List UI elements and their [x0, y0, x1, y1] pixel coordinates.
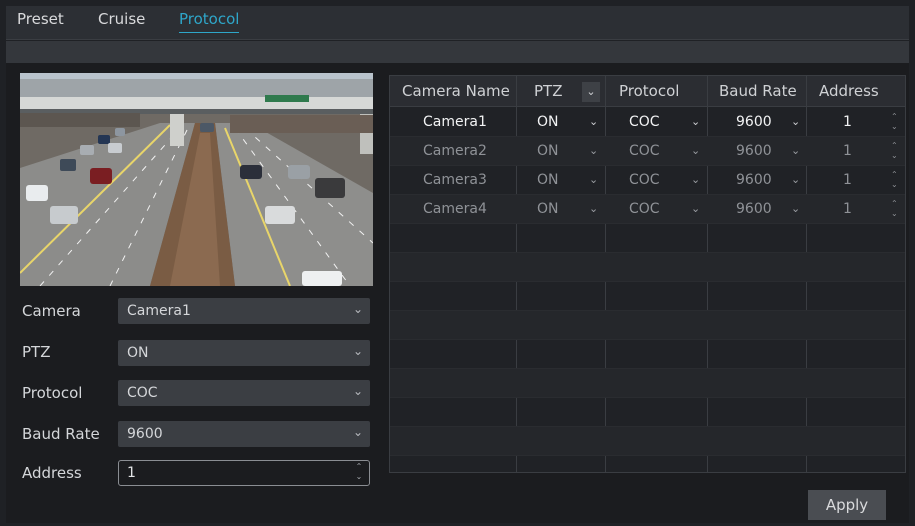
baud-rate-cell[interactable]: 9600	[736, 201, 772, 217]
header-ptz: PTZ	[534, 82, 563, 100]
protocol-cell[interactable]: COC	[629, 114, 660, 130]
tab-preset[interactable]: Preset	[17, 10, 64, 32]
ptz-filter-chevron-icon[interactable]: ⌄	[582, 82, 600, 102]
chevron-down-icon[interactable]: ⌄	[589, 115, 598, 128]
empty-row	[390, 282, 905, 311]
protocol-cell[interactable]: COC	[629, 143, 660, 159]
protocol-select[interactable]: COC ⌄	[118, 380, 370, 406]
chevron-down-icon: ⌄	[352, 344, 363, 358]
chevron-down-icon[interactable]: ⌄	[691, 173, 700, 186]
ptz-label: PTZ	[22, 343, 51, 361]
tab-cruise[interactable]: Cruise	[98, 10, 145, 32]
table-header: Camera Name PTZ ⌄ Protocol Baud Rate Add…	[390, 76, 905, 107]
camera-name-cell: Camera1	[423, 114, 487, 130]
address-cell[interactable]: 1	[843, 143, 852, 159]
ptz-cell[interactable]: ON	[537, 143, 559, 159]
camera-select-value: Camera1	[127, 303, 191, 319]
camera-label: Camera	[22, 302, 81, 320]
chevron-down-icon[interactable]: ⌄	[691, 202, 700, 215]
empty-row	[390, 398, 905, 427]
empty-row	[390, 427, 905, 456]
chevron-down-icon[interactable]: ⌄	[589, 144, 598, 157]
address-stepper[interactable]: 1 ⌃ ⌄	[118, 460, 370, 486]
chevron-down-icon[interactable]: ⌄	[791, 202, 800, 215]
address-cell[interactable]: 1	[843, 114, 852, 130]
address-value: 1	[127, 465, 136, 481]
camera-select[interactable]: Camera1 ⌄	[118, 298, 370, 324]
protocol-label: Protocol	[22, 384, 83, 402]
table-row[interactable]: Camera1 ON ⌄ COC ⌄ 9600 ⌄ 1 ⌃ ⌄	[390, 108, 905, 137]
up-down-arrows-icon[interactable]: ⌃ ⌄	[891, 141, 898, 161]
table-row[interactable]: Camera3 ON ⌄ COC ⌄ 9600 ⌄ 1 ⌃ ⌄	[390, 166, 905, 195]
header-camera-name: Camera Name	[402, 82, 510, 100]
protocol-select-value: COC	[127, 385, 158, 401]
ptz-cell[interactable]: ON	[537, 201, 559, 217]
baud-rate-select-value: 9600	[127, 426, 163, 442]
up-down-arrows-icon[interactable]: ⌃ ⌄	[891, 170, 898, 190]
up-down-arrows-icon[interactable]: ⌃ ⌄	[354, 462, 364, 482]
empty-row	[390, 340, 905, 369]
chevron-down-icon[interactable]: ⌄	[791, 115, 800, 128]
camera-preview	[20, 73, 373, 286]
header-baud-rate: Baud Rate	[719, 82, 797, 100]
chevron-down-icon[interactable]: ⌄	[791, 144, 800, 157]
table-row[interactable]: Camera2 ON ⌄ COC ⌄ 9600 ⌄ 1 ⌃ ⌄	[390, 137, 905, 166]
baud-rate-label: Baud Rate	[22, 425, 100, 443]
chevron-down-icon: ⌄	[352, 302, 363, 316]
protocol-cell[interactable]: COC	[629, 172, 660, 188]
ptz-cell[interactable]: ON	[537, 172, 559, 188]
chevron-down-icon[interactable]: ⌄	[589, 202, 598, 215]
sub-header-bar	[6, 41, 909, 63]
chevron-down-icon[interactable]: ⌄	[589, 173, 598, 186]
tab-bar: Preset Cruise Protocol	[6, 6, 909, 40]
apply-button[interactable]: Apply	[808, 490, 886, 520]
camera-name-cell: Camera3	[423, 172, 487, 188]
protocol-cell[interactable]: COC	[629, 201, 660, 217]
table-row[interactable]: Camera4 ON ⌄ COC ⌄ 9600 ⌄ 1 ⌃ ⌄	[390, 195, 905, 224]
baud-rate-select[interactable]: 9600 ⌄	[118, 421, 370, 447]
up-down-arrows-icon[interactable]: ⌃ ⌄	[891, 199, 898, 219]
chevron-down-icon[interactable]: ⌄	[691, 115, 700, 128]
empty-row	[390, 253, 905, 282]
address-label: Address	[22, 464, 82, 482]
camera-name-cell: Camera2	[423, 143, 487, 159]
ptz-select[interactable]: ON ⌄	[118, 340, 370, 366]
ptz-select-value: ON	[127, 345, 149, 361]
tab-protocol[interactable]: Protocol	[179, 10, 240, 33]
baud-rate-cell[interactable]: 9600	[736, 172, 772, 188]
empty-row	[390, 224, 905, 253]
baud-rate-cell[interactable]: 9600	[736, 143, 772, 159]
baud-rate-cell[interactable]: 9600	[736, 114, 772, 130]
header-protocol: Protocol	[619, 82, 680, 100]
chevron-down-icon: ⌄	[352, 384, 363, 398]
empty-row	[390, 311, 905, 340]
ptz-cell[interactable]: ON	[537, 114, 559, 130]
up-down-arrows-icon[interactable]: ⌃ ⌄	[891, 112, 898, 132]
address-cell[interactable]: 1	[843, 201, 852, 217]
camera-name-cell: Camera4	[423, 201, 487, 217]
chevron-down-icon: ⌄	[352, 425, 363, 439]
address-cell[interactable]: 1	[843, 172, 852, 188]
chevron-down-icon[interactable]: ⌄	[691, 144, 700, 157]
chevron-down-icon[interactable]: ⌄	[791, 173, 800, 186]
protocol-table: Camera Name PTZ ⌄ Protocol Baud Rate Add…	[389, 75, 906, 473]
header-address: Address	[819, 82, 879, 100]
empty-row	[390, 369, 905, 398]
highway-scene-image	[20, 73, 373, 286]
